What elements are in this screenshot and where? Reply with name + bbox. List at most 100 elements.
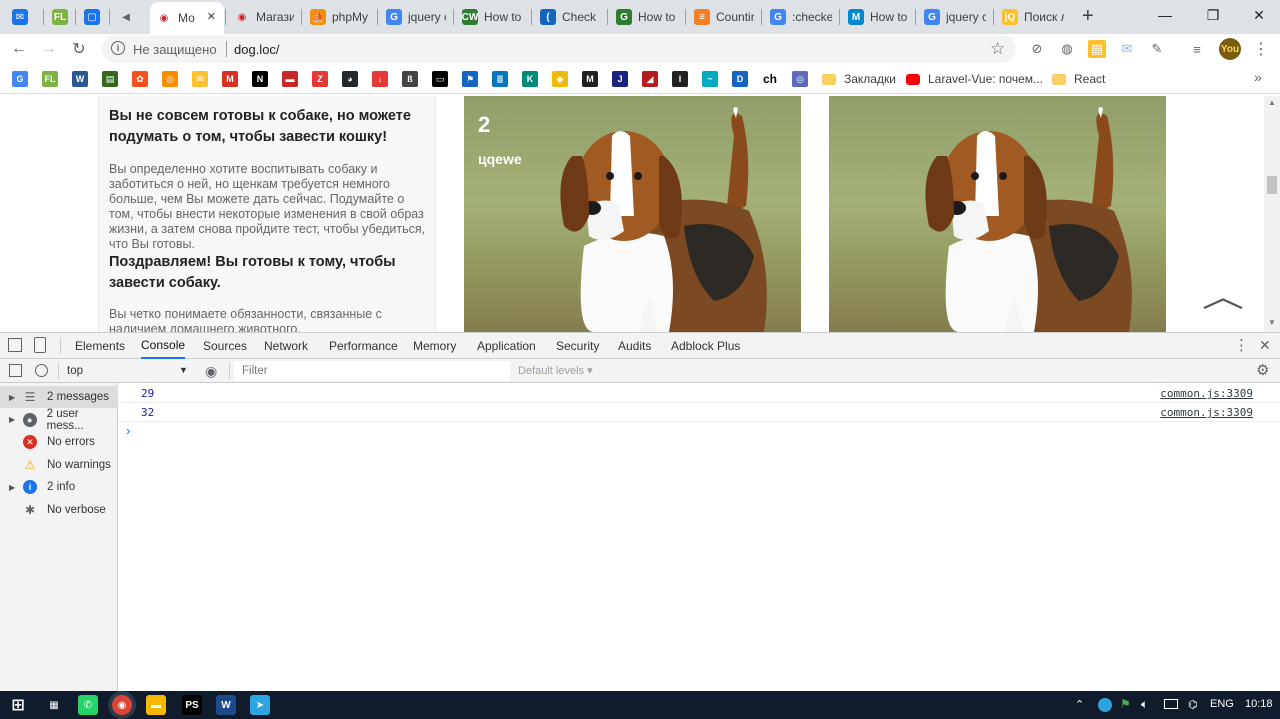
device-toolbar-icon[interactable]: [34, 337, 46, 353]
devtools-tab-console[interactable]: Console: [141, 333, 186, 359]
devtools-tab-memory[interactable]: Memory: [413, 333, 456, 359]
m-circle-bookmark-icon[interactable]: M: [582, 71, 598, 87]
console-filter-warning[interactable]: ⚠ No warnings: [0, 454, 118, 476]
tray-volume-icon[interactable]: 🔈︎: [1141, 697, 1148, 712]
chrome-icon[interactable]: ◉: [112, 695, 132, 715]
bookmark-folder[interactable]: Laravel-Vue: почем...: [906, 70, 1043, 88]
browser-tab[interactable]: ◉ Магази: [228, 4, 300, 30]
console-settings-icon[interactable]: ⚙: [1256, 361, 1269, 379]
notes-extension-icon[interactable]: ▤: [1088, 40, 1106, 58]
scroll-down-icon[interactable]: ▼: [1268, 318, 1276, 327]
scroll-up-icon[interactable]: ▲: [1268, 98, 1276, 107]
target-bookmark-icon[interactable]: ◎: [162, 71, 178, 87]
address-bar[interactable]: i Не защищено dog.loc/ ☆: [102, 35, 1016, 63]
start-icon[interactable]: ⊞: [8, 695, 28, 715]
expand-arrow-icon[interactable]: ▶: [9, 483, 21, 492]
console-filter-bug[interactable]: ✱ No verbose: [0, 499, 118, 521]
red-bookmark-icon[interactable]: ◢: [642, 71, 658, 87]
browser-tab[interactable]: ◀: [112, 4, 146, 30]
browser-tab[interactable]: FL: [46, 4, 76, 30]
close-window-button[interactable]: ✕: [1236, 0, 1280, 30]
tray-battery-icon[interactable]: [1164, 699, 1178, 709]
mail-extension-icon[interactable]: ✉: [1118, 40, 1136, 58]
devtools-tab-network[interactable]: Network: [264, 333, 308, 359]
globe-bookmark-icon[interactable]: ◎: [792, 71, 808, 87]
sidebar-toggle-icon[interactable]: [9, 364, 22, 377]
log-levels-select[interactable]: Default levels ▾: [518, 364, 593, 377]
visio-icon[interactable]: W: [216, 695, 236, 715]
url-text[interactable]: dog.loc/: [234, 42, 280, 57]
browser-tab[interactable]: M How to: [842, 4, 914, 30]
menu-icon[interactable]: ⋮: [1252, 40, 1270, 58]
tray-flag-icon[interactable]: ⚑: [1120, 697, 1131, 711]
browser-tab[interactable]: G How to: [610, 4, 684, 30]
tray-network-icon[interactable]: ⌬: [1188, 698, 1198, 711]
page-scrollbar[interactable]: ▲ ▼: [1264, 96, 1280, 332]
devtools-tab-security[interactable]: Security: [556, 333, 599, 359]
z-bookmark-icon[interactable]: Z: [312, 71, 328, 87]
devtools-tab-sources[interactable]: Sources: [203, 333, 247, 359]
github-bookmark-icon[interactable]: ◕: [342, 71, 358, 87]
telegram-icon[interactable]: ➤: [250, 695, 270, 715]
devtools-tab-adblock-plus[interactable]: Adblock Plus: [671, 333, 740, 359]
devtools-menu-icon[interactable]: ⋮: [1234, 336, 1249, 354]
devtools-tab-elements[interactable]: Elements: [75, 333, 125, 359]
browser-tab[interactable]: ▢: [78, 4, 108, 30]
eyedropper-extension-icon[interactable]: ✎: [1148, 40, 1166, 58]
explorer-icon[interactable]: ▬: [146, 695, 166, 715]
google-bookmark-icon[interactable]: G: [12, 71, 28, 87]
new-tab-button[interactable]: +: [1082, 5, 1094, 28]
dog-card[interactable]: [829, 96, 1166, 332]
download-bookmark-icon[interactable]: ↓: [372, 71, 388, 87]
forward-button[interactable]: →: [36, 36, 62, 62]
tab-close-icon[interactable]: ✕: [207, 10, 216, 23]
book-bookmark-icon[interactable]: ▤: [102, 71, 118, 87]
browser-tab[interactable]: CW How to: [456, 4, 530, 30]
browser-tab[interactable]: ⛵ phpMy: [304, 4, 376, 30]
stack-bookmark-icon[interactable]: ≣: [492, 71, 508, 87]
calculator-icon[interactable]: ▦: [44, 695, 64, 715]
binance-bookmark-icon[interactable]: ◆: [552, 71, 568, 87]
browser-tab[interactable]: jQ Поиск л: [996, 4, 1070, 30]
devtools-close-icon[interactable]: ✕: [1259, 337, 1271, 354]
orange-bookmark-icon[interactable]: ✿: [132, 71, 148, 87]
context-selector[interactable]: top ▼: [61, 361, 193, 381]
reload-button[interactable]: ↻: [66, 36, 92, 62]
beta-bookmark-icon[interactable]: ß: [402, 71, 418, 87]
browser-tab[interactable]: Gjquery c: [380, 4, 452, 30]
browser-tab[interactable]: Gjquery c: [918, 4, 992, 30]
browser-tab[interactable]: ✉: [6, 4, 40, 30]
globe-extension-icon[interactable]: ◍: [1058, 40, 1076, 58]
browser-tab[interactable]: (Check if: [534, 4, 606, 30]
flag-bookmark-icon[interactable]: ⚑: [462, 71, 478, 87]
window-bookmark-icon[interactable]: ▭: [432, 71, 448, 87]
phpstorm-icon[interactable]: PS: [182, 695, 202, 715]
eye-icon[interactable]: ◉: [205, 363, 217, 380]
devtools-tab-performance[interactable]: Performance: [329, 333, 398, 359]
console-filter-user[interactable]: ▶ ● 2 user mess...: [0, 408, 118, 432]
clock[interactable]: 10:18: [1245, 698, 1273, 710]
console-prompt[interactable]: ›: [126, 423, 130, 438]
gmail-bookmark-icon[interactable]: M: [222, 71, 238, 87]
fl-bookmark-icon[interactable]: FL: [42, 71, 58, 87]
devtools-tab-application[interactable]: Application: [477, 333, 536, 359]
profile-avatar[interactable]: You: [1219, 38, 1241, 60]
dog-card[interactable]: 2 цqewe: [464, 96, 801, 332]
ticket-bookmark-icon[interactable]: ▬: [282, 71, 298, 87]
console-filter-info[interactable]: ▶ i 2 info: [0, 476, 118, 498]
check-extension-icon[interactable]: ⊘: [1028, 40, 1046, 58]
bookmark-star-icon[interactable]: ☆: [990, 39, 1005, 59]
console-filter-list[interactable]: ▶ ☰ 2 messages: [0, 386, 118, 408]
bookmarks-more-icon[interactable]: »: [1254, 69, 1262, 85]
n-bookmark-icon[interactable]: N: [252, 71, 268, 87]
clear-console-icon[interactable]: [35, 364, 48, 377]
inspect-element-icon[interactable]: [8, 338, 22, 352]
expand-arrow-icon[interactable]: ▶: [9, 393, 21, 402]
browser-tab[interactable]: ◉ Мо ✕: [150, 2, 224, 34]
wave-bookmark-icon[interactable]: ~: [702, 71, 718, 87]
console-source-link[interactable]: common.js:3309: [1160, 387, 1253, 400]
browser-tab[interactable]: ≡ Countir: [688, 4, 760, 30]
language-indicator[interactable]: ENG: [1210, 698, 1234, 710]
bookmark-folder[interactable]: Закладки: [822, 70, 896, 88]
scrollbar-thumb[interactable]: [1267, 176, 1277, 194]
